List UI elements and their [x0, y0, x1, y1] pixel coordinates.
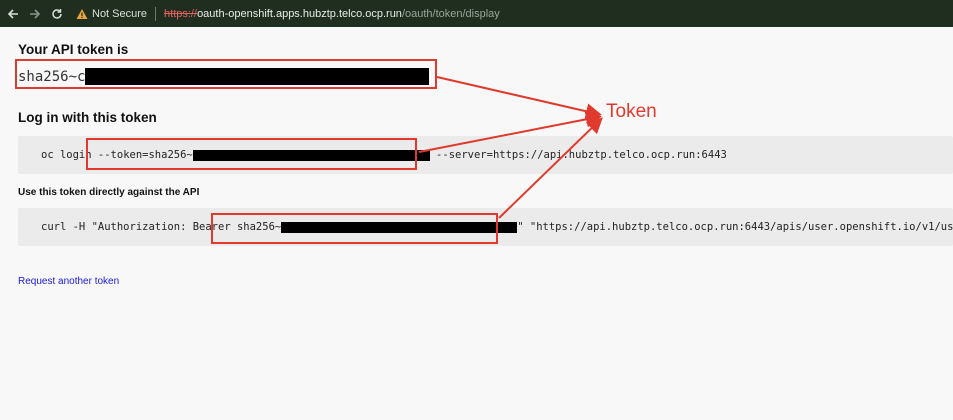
curl-cmd-start: curl -H "Authorization: Bearer [41, 221, 237, 233]
token-highlight-box-3 [211, 213, 498, 244]
forward-arrow-icon [30, 8, 41, 19]
warning-icon [76, 8, 88, 19]
url-path: /oauth/token/display [401, 7, 500, 20]
curl-cmd-end: " "https://api.hubztp.telco.ocp.run:6443… [517, 221, 953, 233]
api-token-heading: Your API token is [18, 42, 129, 57]
reload-icon [52, 8, 62, 19]
token-highlight-box-2 [86, 138, 417, 170]
browser-toolbar: Not Secure https://oauth-openshift.apps.… [0, 0, 953, 27]
back-arrow-icon [7, 8, 18, 19]
login-heading: Log in with this token [18, 110, 157, 125]
reload-button[interactable] [48, 5, 66, 23]
security-indicator[interactable]: Not Secure [76, 8, 147, 20]
token-annotation-label: Token [606, 101, 657, 122]
token-highlight-box-1 [15, 59, 437, 89]
login-cmd-end: --server=https://api.hubztp.telco.ocp.ru… [429, 149, 727, 161]
url-host: oauth-openshift.apps.hubztp.telco.ocp.ru… [197, 7, 402, 20]
security-label: Not Secure [92, 7, 148, 20]
back-button[interactable] [4, 5, 22, 23]
url-scheme: https:// [164, 7, 198, 20]
forward-button[interactable] [26, 5, 44, 23]
address-bar[interactable]: https://oauth-openshift.apps.hubztp.telc… [164, 8, 500, 20]
arrow-line-1 [436, 76, 602, 120]
api-heading: Use this token directly against the API [18, 187, 200, 198]
request-another-token-link[interactable]: Request another token [18, 276, 119, 287]
divider [155, 6, 157, 21]
